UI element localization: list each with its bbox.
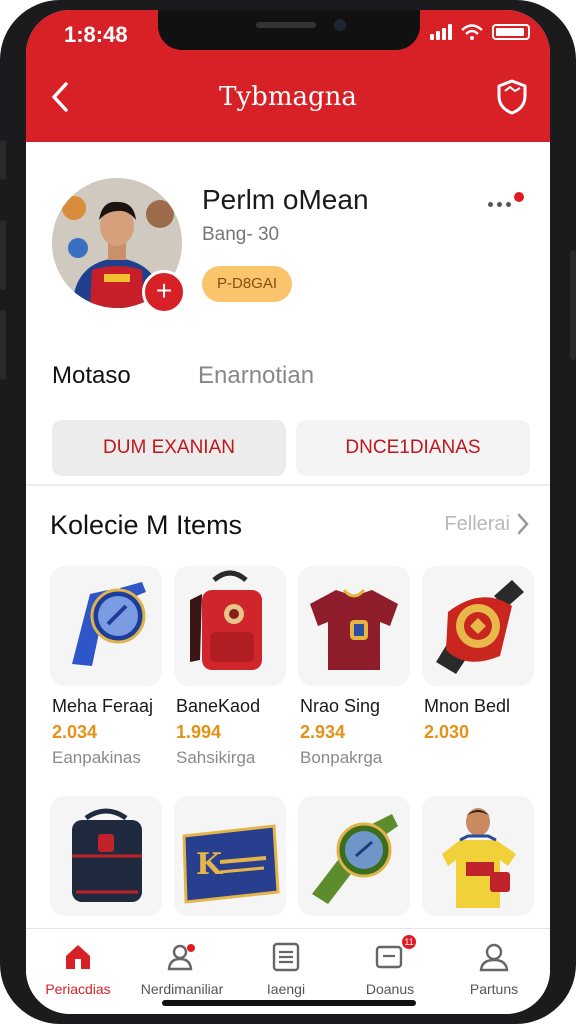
signal-icon — [430, 24, 452, 40]
tab-label: Partuns — [469, 981, 519, 997]
svg-text:K: K — [196, 847, 223, 882]
item-name: BaneKaod — [176, 696, 261, 716]
status-time: 1:8:48 — [64, 22, 128, 47]
item-card-medal[interactable] — [422, 566, 534, 686]
item-category: Eanpakinas — [52, 748, 141, 767]
item-name: Mnon Bedl — [424, 696, 511, 716]
profile-subtitle: Bang- 30 — [202, 224, 280, 245]
speaker — [256, 22, 316, 28]
user-add-icon — [167, 944, 195, 971]
item-card-player-figure[interactable] — [422, 796, 534, 916]
tab-label: Periacdias — [45, 981, 111, 997]
more-options-button[interactable] — [486, 192, 526, 216]
shield-icon[interactable] — [494, 78, 530, 116]
status-badge: P-D8GAI — [202, 266, 292, 302]
mute-switch — [0, 140, 6, 180]
item-name: Meha Feraaj — [52, 696, 154, 716]
tab-motaso[interactable]: Motaso — [52, 362, 131, 390]
jersey-icon — [310, 588, 398, 670]
item-card-watch[interactable] — [50, 566, 162, 686]
item-name: Nrao Sing — [300, 696, 381, 716]
volume-up-button — [0, 220, 6, 290]
add-friend-button[interactable]: + — [142, 270, 186, 314]
bag-icon — [72, 808, 142, 902]
tab-profile[interactable]: Partuns — [442, 929, 546, 1014]
item-category: Bonpakrga — [300, 748, 383, 767]
battery-icon — [492, 24, 530, 40]
notch — [158, 10, 420, 50]
backpack-icon — [190, 570, 262, 670]
banner-icon: K — [182, 824, 280, 904]
item-price: 2.030 — [424, 722, 470, 742]
medal-icon — [436, 580, 524, 674]
item-card-bag[interactable] — [50, 796, 162, 916]
home-icon — [66, 945, 90, 969]
volume-down-button — [0, 310, 6, 380]
profile-icon — [479, 943, 509, 972]
see-all-label: Fellerai — [444, 512, 510, 535]
phone-frame: 1:8:48 Tybmagna + Perlm oMean Bang- 30 P… — [0, 0, 576, 1024]
power-button — [570, 250, 576, 360]
notification-dot — [514, 192, 524, 202]
more-icon — [488, 202, 511, 207]
page-title: Tybmagna — [219, 82, 357, 112]
see-all-link[interactable]: Fellerai — [444, 512, 530, 536]
app-header: 1:8:48 Tybmagna — [26, 10, 550, 142]
list-icon — [272, 942, 300, 972]
action-button-primary[interactable]: DUM EXANIAN — [52, 420, 286, 476]
chat-icon — [375, 945, 403, 969]
screen: 1:8:48 Tybmagna + Perlm oMean Bang- 30 P… — [26, 10, 550, 1014]
item-card-jersey[interactable] — [298, 566, 410, 686]
chevron-right-icon — [517, 513, 529, 535]
tab-badge: 11 — [402, 935, 416, 949]
tab-enarnotian[interactable]: Enarnotian — [198, 362, 314, 390]
item-price: 1.994 — [176, 722, 222, 742]
item-price: 2.934 — [300, 722, 346, 742]
item-card-banner[interactable]: K — [174, 796, 286, 916]
item-category: Sahsikirga — [176, 748, 256, 767]
profile-section: + Perlm oMean Bang- 30 P-D8GAI Motaso En… — [26, 142, 550, 488]
item-price: 2.034 — [52, 722, 98, 742]
section-title: Kolecie M Items — [50, 510, 243, 540]
profile-name: Perlm oMean — [202, 184, 369, 215]
status-icons — [430, 24, 530, 40]
tab-label: Nerdimaniliar — [140, 981, 224, 997]
tab-home[interactable]: Periacdias — [26, 929, 130, 1014]
tab-label: Iaengi — [266, 981, 306, 997]
item-card-green-watch[interactable] — [298, 796, 410, 916]
player-figure-icon — [442, 808, 516, 908]
item-card-backpack[interactable] — [174, 566, 286, 686]
green-watch-icon — [312, 814, 398, 904]
watch-icon — [72, 582, 146, 666]
wifi-icon — [461, 24, 483, 40]
divider — [26, 484, 550, 486]
action-button-secondary[interactable]: DNCE1DIANAS — [296, 420, 530, 476]
front-camera — [334, 19, 346, 31]
tab-label: Doanus — [365, 981, 415, 997]
home-indicator — [162, 1000, 416, 1006]
